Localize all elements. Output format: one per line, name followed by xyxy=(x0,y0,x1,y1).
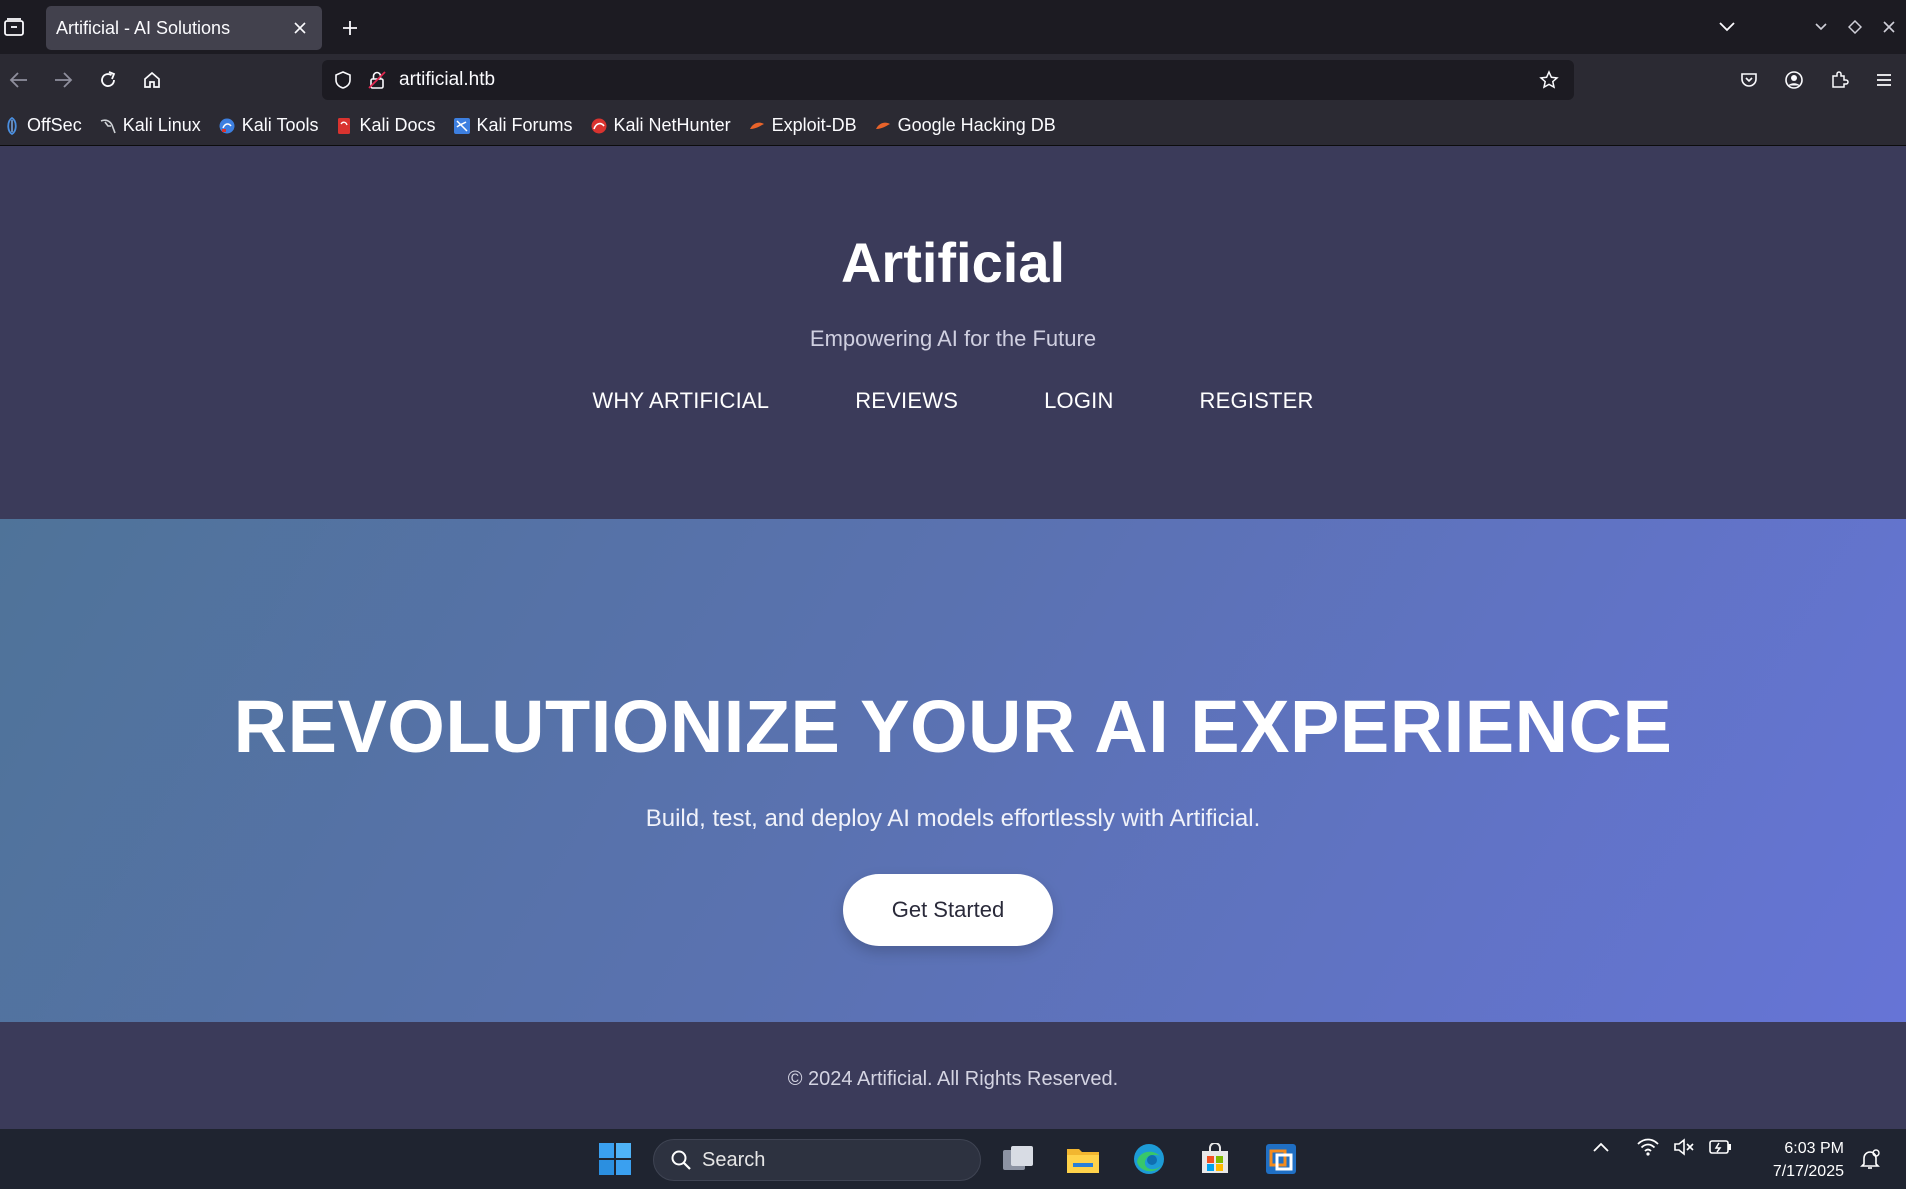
bookmark-star-icon[interactable] xyxy=(1536,67,1562,93)
minimize-chevron-icon[interactable] xyxy=(1804,10,1838,44)
site-title: Artificial xyxy=(840,231,1066,294)
site-tagline: Empowering AI for the Future xyxy=(809,326,1097,351)
vmware-icon[interactable] xyxy=(1261,1139,1301,1179)
tab-title: Artificial - AI Solutions xyxy=(56,17,231,38)
site-footer: © 2024 Artificial. All Rights Reserved. xyxy=(0,1022,1906,1129)
tab-active[interactable]: Artificial - AI Solutions xyxy=(46,6,322,50)
taskbar: Search 6:03 PM 7/17/2025 xyxy=(0,1129,1906,1189)
microsoft-store-icon[interactable] xyxy=(1195,1139,1235,1179)
forward-icon[interactable] xyxy=(46,63,80,97)
kali-docs-icon xyxy=(334,116,354,136)
extensions-icon[interactable] xyxy=(1816,63,1861,97)
account-icon[interactable] xyxy=(1771,63,1816,97)
nethunter-icon xyxy=(589,116,609,136)
nav-link-reviews[interactable]: REVIEWS xyxy=(855,388,958,414)
tab-strip: Artificial - AI Solutions xyxy=(0,0,1906,54)
site-nav: WHY ARTIFICIAL REVIEWS LOGIN REGISTER xyxy=(0,388,1906,414)
volume-muted-icon[interactable] xyxy=(1666,1137,1702,1157)
kali-dragon-icon xyxy=(98,116,118,136)
footer-copyright: © 2024 Artificial. All Rights Reserved. xyxy=(787,1068,1119,1090)
chevron-up-icon[interactable] xyxy=(1584,1141,1618,1153)
file-explorer-icon[interactable] xyxy=(1063,1139,1103,1179)
bookmark-kali-docs[interactable]: Kali Docs xyxy=(334,115,436,136)
new-tab-icon[interactable] xyxy=(336,14,364,42)
nav-link-register[interactable]: REGISTER xyxy=(1200,388,1314,414)
menu-hamburger-icon[interactable] xyxy=(1861,63,1906,97)
site-header: Artificial Empowering AI for the Future … xyxy=(0,146,1906,519)
bookmark-exploit-db[interactable]: Exploit-DB xyxy=(747,115,857,136)
insecure-lock-icon[interactable] xyxy=(364,67,390,93)
battery-icon[interactable] xyxy=(1702,1138,1738,1156)
navigation-toolbar: artificial.htb xyxy=(0,54,1906,106)
pocket-icon[interactable] xyxy=(1726,63,1771,97)
bookmark-kali-tools[interactable]: Kali Tools xyxy=(217,115,318,136)
close-icon[interactable] xyxy=(288,16,312,40)
clock-date: 7/17/2025 xyxy=(1772,1163,1844,1180)
bookmark-offsec[interactable]: OffSec xyxy=(2,115,82,136)
bookmark-google-hacking-db[interactable]: Google Hacking DB xyxy=(873,115,1056,136)
tab-list-chevron-icon[interactable] xyxy=(1710,10,1744,44)
window-close-icon[interactable] xyxy=(1872,10,1906,44)
nav-link-why-artificial[interactable]: WHY ARTIFICIAL xyxy=(592,388,769,414)
offsec-icon xyxy=(2,116,22,136)
home-icon[interactable] xyxy=(135,63,169,97)
windows-start-icon[interactable] xyxy=(595,1139,635,1179)
reload-icon[interactable] xyxy=(91,63,125,97)
wifi-icon[interactable] xyxy=(1630,1137,1666,1157)
hero-subtitle: Build, test, and deploy AI models effort… xyxy=(645,805,1261,832)
hero-section: REVOLUTIONIZE YOUR AI EXPERIENCE Build, … xyxy=(0,519,1906,1022)
bookmark-kali-nethunter[interactable]: Kali NetHunter xyxy=(589,115,731,136)
url-bar[interactable]: artificial.htb xyxy=(322,60,1574,100)
url-text: artificial.htb xyxy=(399,69,496,90)
kali-forums-icon xyxy=(452,116,472,136)
bookmarks-toolbar: OffSec Kali Linux Kali Tools Kali Docs K… xyxy=(0,106,1906,146)
kali-tools-icon xyxy=(217,116,237,136)
back-icon[interactable] xyxy=(2,63,36,97)
system-tray xyxy=(1584,1137,1738,1157)
search-icon xyxy=(670,1149,692,1171)
web-page: Artificial Empowering AI for the Future … xyxy=(0,146,1906,1129)
task-view-icon[interactable] xyxy=(998,1139,1038,1179)
get-started-button[interactable]: Get Started xyxy=(843,874,1053,946)
notification-bell-icon[interactable] xyxy=(1850,1139,1890,1179)
maximize-diamond-icon[interactable] xyxy=(1838,10,1872,44)
nav-link-login[interactable]: LOGIN xyxy=(1044,388,1113,414)
bookmark-kali-forums[interactable]: Kali Forums xyxy=(452,115,573,136)
system-clock[interactable]: 6:03 PM 7/17/2025 xyxy=(1744,1137,1844,1183)
search-label: Search xyxy=(702,1148,766,1171)
tab-overview-icon[interactable] xyxy=(0,13,28,41)
tracking-shield-icon[interactable] xyxy=(330,67,356,93)
taskbar-search[interactable]: Search xyxy=(653,1139,981,1181)
clock-time: 6:03 PM xyxy=(1784,1140,1844,1157)
bookmark-kali-linux[interactable]: Kali Linux xyxy=(98,115,201,136)
hero-title: REVOLUTIONIZE YOUR AI EXPERIENCE xyxy=(233,685,1673,768)
ghdb-icon xyxy=(873,116,893,136)
exploit-db-icon xyxy=(747,116,767,136)
edge-browser-icon[interactable] xyxy=(1129,1139,1169,1179)
